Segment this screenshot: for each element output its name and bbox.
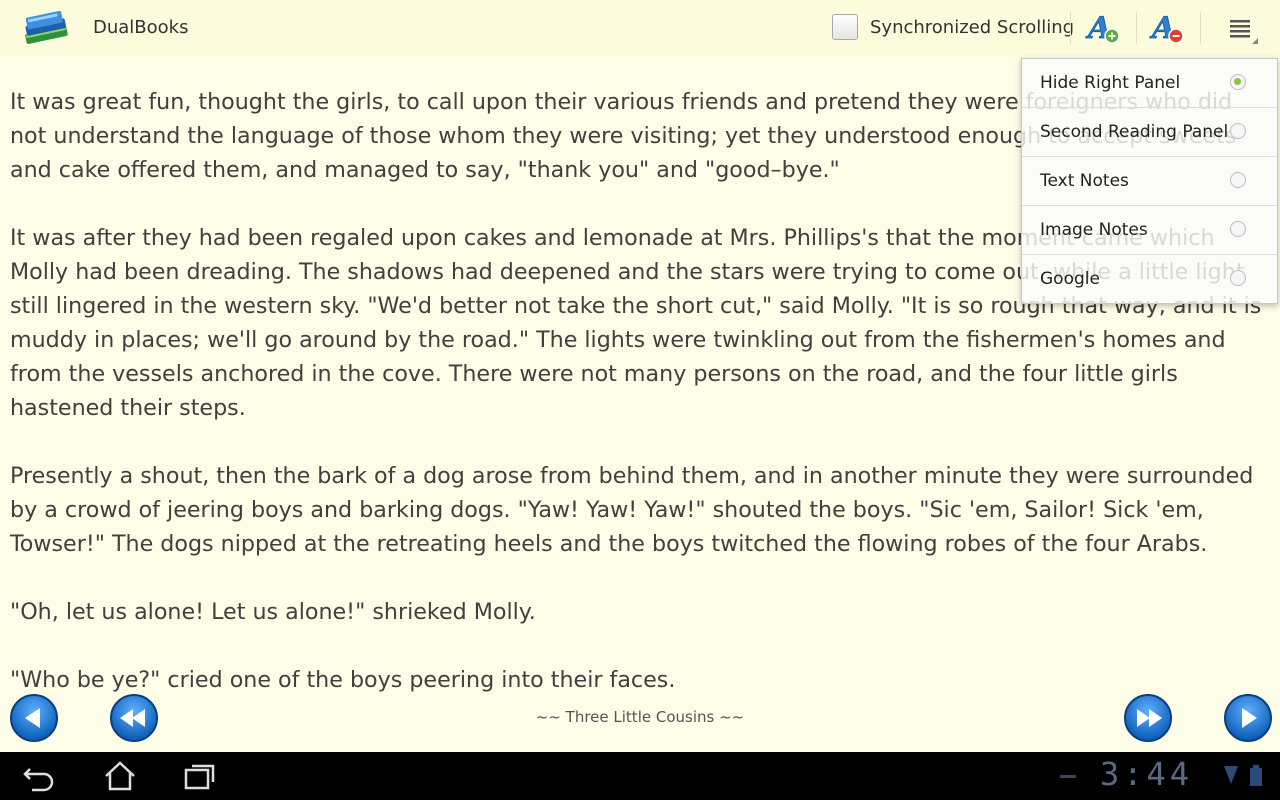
paragraph: "Who be ye?" cried one of the boys peeri… [10, 667, 676, 693]
radio-button[interactable] [1230, 74, 1246, 90]
menu-item-google[interactable]: Google [1022, 255, 1277, 304]
font-decrease-icon[interactable]: A [1148, 8, 1188, 48]
back-icon[interactable] [22, 760, 58, 792]
radio-button[interactable] [1230, 172, 1246, 188]
menu-item-label: Google [1040, 269, 1100, 289]
battery-icon [1248, 764, 1280, 796]
menu-item-hide-right-panel[interactable]: Hide Right Panel [1022, 59, 1277, 108]
book-stack-icon[interactable] [18, 4, 74, 52]
radio-button[interactable] [1230, 123, 1246, 139]
overflow-menu-icon[interactable] [1222, 10, 1262, 50]
fast-forward-icon[interactable] [1123, 693, 1173, 743]
system-navigation-bar [0, 752, 1280, 800]
radio-button[interactable] [1230, 221, 1246, 237]
action-bar: DualBooks Synchronized Scrolling A A [0, 0, 1280, 56]
menu-item-second-reading-panel[interactable]: Second Reading Panel [1022, 108, 1277, 157]
next-page-icon[interactable] [1223, 693, 1273, 743]
menu-item-label: Text Notes [1040, 171, 1129, 191]
toolbar-divider [1070, 12, 1071, 44]
system-clock: 3:44 [1100, 755, 1194, 793]
menu-item-image-notes[interactable]: Image Notes [1022, 206, 1277, 255]
overflow-menu: Hide Right Panel Second Reading Panel Te… [1021, 58, 1278, 304]
toolbar-divider [1200, 12, 1201, 44]
radio-button[interactable] [1230, 270, 1246, 286]
synchronized-scrolling-checkbox[interactable] [832, 14, 858, 40]
recent-apps-icon[interactable] [182, 760, 218, 792]
home-icon[interactable] [102, 760, 138, 792]
app-title: DualBooks [93, 17, 189, 38]
book-title: ~~ Three Little Cousins ~~ [535, 708, 745, 726]
font-increase-icon[interactable]: A [1084, 8, 1124, 48]
paragraph: "Oh, let us alone! Let us alone!" shriek… [10, 599, 536, 625]
toolbar-divider [1136, 12, 1137, 44]
menu-item-label: Image Notes [1040, 220, 1148, 240]
menu-item-text-notes[interactable]: Text Notes [1022, 157, 1277, 206]
synchronized-scrolling-label[interactable]: Synchronized Scrolling [870, 17, 1074, 38]
status-dash-icon [1056, 766, 1092, 798]
paragraph: Presently a shout, then the bark of a do… [10, 463, 1254, 557]
menu-item-label: Hide Right Panel [1040, 73, 1181, 93]
menu-item-label: Second Reading Panel [1040, 122, 1229, 142]
